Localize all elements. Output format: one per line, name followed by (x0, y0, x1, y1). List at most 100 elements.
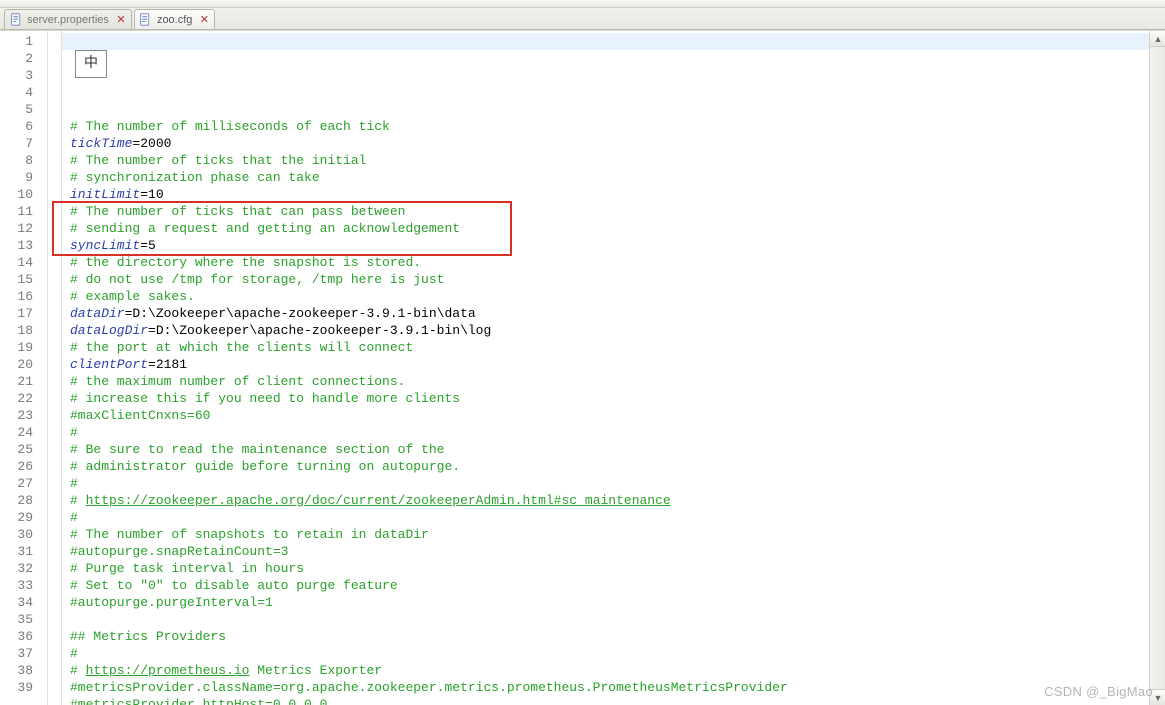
current-line-highlight (62, 33, 1165, 50)
code-line[interactable]: # (70, 509, 1165, 526)
line-number: 10 (0, 186, 47, 203)
code-line[interactable]: # The number of ticks that the initial (70, 152, 1165, 169)
tab-label: server.properties (27, 14, 109, 26)
code-area[interactable]: 中 # The number of milliseconds of each t… (62, 31, 1165, 705)
code-line[interactable]: tickTime=2000 (70, 135, 1165, 152)
line-number: 32 (0, 560, 47, 577)
code-segment: https://zookeeper.apache.org/doc/current… (86, 493, 671, 508)
code-line[interactable]: # (70, 475, 1165, 492)
line-number: 22 (0, 390, 47, 407)
code-segment: #metricsProvider.className=org.apache.zo… (70, 680, 788, 695)
code-segment: # example sakes. (70, 289, 195, 304)
code-segment: # (70, 476, 78, 491)
line-number: 12 (0, 220, 47, 237)
code-line[interactable]: # increase this if you need to handle mo… (70, 390, 1165, 407)
line-number: 27 (0, 475, 47, 492)
line-number: 26 (0, 458, 47, 475)
code-line[interactable]: # the port at which the clients will con… (70, 339, 1165, 356)
line-number: 33 (0, 577, 47, 594)
code-segment: #metricsProvider.httpHost=0.0.0.0 (70, 697, 327, 705)
code-segment: # (70, 425, 78, 440)
code-line[interactable]: initLimit=10 (70, 186, 1165, 203)
code-line[interactable]: #autopurge.snapRetainCount=3 (70, 543, 1165, 560)
code-segment: =D:\Zookeeper\apache-zookeeper-3.9.1-bin… (125, 306, 476, 321)
code-line[interactable] (70, 611, 1165, 628)
code-line[interactable]: dataDir=D:\Zookeeper\apache-zookeeper-3.… (70, 305, 1165, 322)
code-line[interactable]: dataLogDir=D:\Zookeeper\apache-zookeeper… (70, 322, 1165, 339)
code-segment: # Be sure to read the maintenance sectio… (70, 442, 444, 457)
code-segment: =10 (140, 187, 163, 202)
code-line[interactable]: # The number of snapshots to retain in d… (70, 526, 1165, 543)
tab-server-properties[interactable]: server.properties ✕ (4, 9, 132, 29)
line-number: 38 (0, 662, 47, 679)
ime-candidate-box[interactable]: 中 (75, 50, 107, 78)
code-segment: https://prometheus.io (86, 663, 250, 678)
code-segment: # (70, 510, 78, 525)
code-line[interactable]: # (70, 424, 1165, 441)
close-icon[interactable]: ✕ (115, 14, 127, 26)
ime-char: 中 (84, 56, 98, 73)
line-number: 30 (0, 526, 47, 543)
close-icon[interactable]: ✕ (198, 14, 210, 26)
line-number: 29 (0, 509, 47, 526)
code-line[interactable]: clientPort=2181 (70, 356, 1165, 373)
code-line[interactable]: # the maximum number of client connectio… (70, 373, 1165, 390)
code-line[interactable]: # Set to "0" to disable auto purge featu… (70, 577, 1165, 594)
code-line[interactable]: # https://prometheus.io Metrics Exporter (70, 662, 1165, 679)
code-segment: ## Metrics Providers (70, 629, 226, 644)
code-line[interactable]: # Be sure to read the maintenance sectio… (70, 441, 1165, 458)
line-number: 28 (0, 492, 47, 509)
code-line[interactable]: # Purge task interval in hours (70, 560, 1165, 577)
code-segment: tickTime (70, 136, 132, 151)
code-segment: =5 (140, 238, 156, 253)
code-line[interactable]: # synchronization phase can take (70, 169, 1165, 186)
scroll-up-button[interactable]: ▲ (1150, 31, 1165, 47)
line-number: 4 (0, 84, 47, 101)
code-segment: # the directory where the snapshot is st… (70, 255, 421, 270)
code-line[interactable]: # The number of ticks that can pass betw… (70, 203, 1165, 220)
code-segment: =D:\Zookeeper\apache-zookeeper-3.9.1-bin… (148, 323, 491, 338)
code-segment: # (70, 493, 86, 508)
line-number: 3 (0, 67, 47, 84)
code-segment: # The number of snapshots to retain in d… (70, 527, 429, 542)
code-line[interactable]: # The number of milliseconds of each tic… (70, 118, 1165, 135)
tab-zoo-cfg[interactable]: zoo.cfg ✕ (134, 9, 215, 29)
code-segment: =2000 (132, 136, 171, 151)
line-number: 2 (0, 50, 47, 67)
code-line[interactable]: # the directory where the snapshot is st… (70, 254, 1165, 271)
line-number: 18 (0, 322, 47, 339)
line-number: 35 (0, 611, 47, 628)
code-line[interactable]: # example sakes. (70, 288, 1165, 305)
code-segment: # Set to "0" to disable auto purge featu… (70, 578, 398, 593)
code-line[interactable]: #metricsProvider.httpHost=0.0.0.0 (70, 696, 1165, 705)
file-icon (9, 13, 23, 27)
code-line[interactable]: # administrator guide before turning on … (70, 458, 1165, 475)
code-segment: clientPort (70, 357, 148, 372)
line-number: 14 (0, 254, 47, 271)
code-line[interactable]: ## Metrics Providers (70, 628, 1165, 645)
line-number: 20 (0, 356, 47, 373)
code-segment: dataDir (70, 306, 125, 321)
line-number: 39 (0, 679, 47, 696)
line-number: 25 (0, 441, 47, 458)
vertical-scrollbar[interactable]: ▲ ▼ (1149, 31, 1165, 705)
scroll-down-button[interactable]: ▼ (1150, 689, 1165, 705)
code-segment: dataLogDir (70, 323, 148, 338)
code-line[interactable]: # https://zookeeper.apache.org/doc/curre… (70, 492, 1165, 509)
code-line[interactable]: syncLimit=5 (70, 237, 1165, 254)
code-segment: # increase this if you need to handle mo… (70, 391, 460, 406)
line-number: 8 (0, 152, 47, 169)
tab-bar: server.properties ✕ zoo.cfg ✕ (0, 8, 1165, 30)
code-line[interactable]: #metricsProvider.className=org.apache.zo… (70, 679, 1165, 696)
line-number: 9 (0, 169, 47, 186)
line-number: 24 (0, 424, 47, 441)
editor: 1234567891011121314151617181920212223242… (0, 30, 1165, 705)
code-line[interactable]: # sending a request and getting an ackno… (70, 220, 1165, 237)
line-number: 5 (0, 101, 47, 118)
code-line[interactable]: # do not use /tmp for storage, /tmp here… (70, 271, 1165, 288)
line-number-gutter: 1234567891011121314151617181920212223242… (0, 31, 48, 705)
code-line[interactable]: # (70, 645, 1165, 662)
code-line[interactable]: #maxClientCnxns=60 (70, 407, 1165, 424)
code-segment: syncLimit (70, 238, 140, 253)
code-line[interactable]: #autopurge.purgeInterval=1 (70, 594, 1165, 611)
